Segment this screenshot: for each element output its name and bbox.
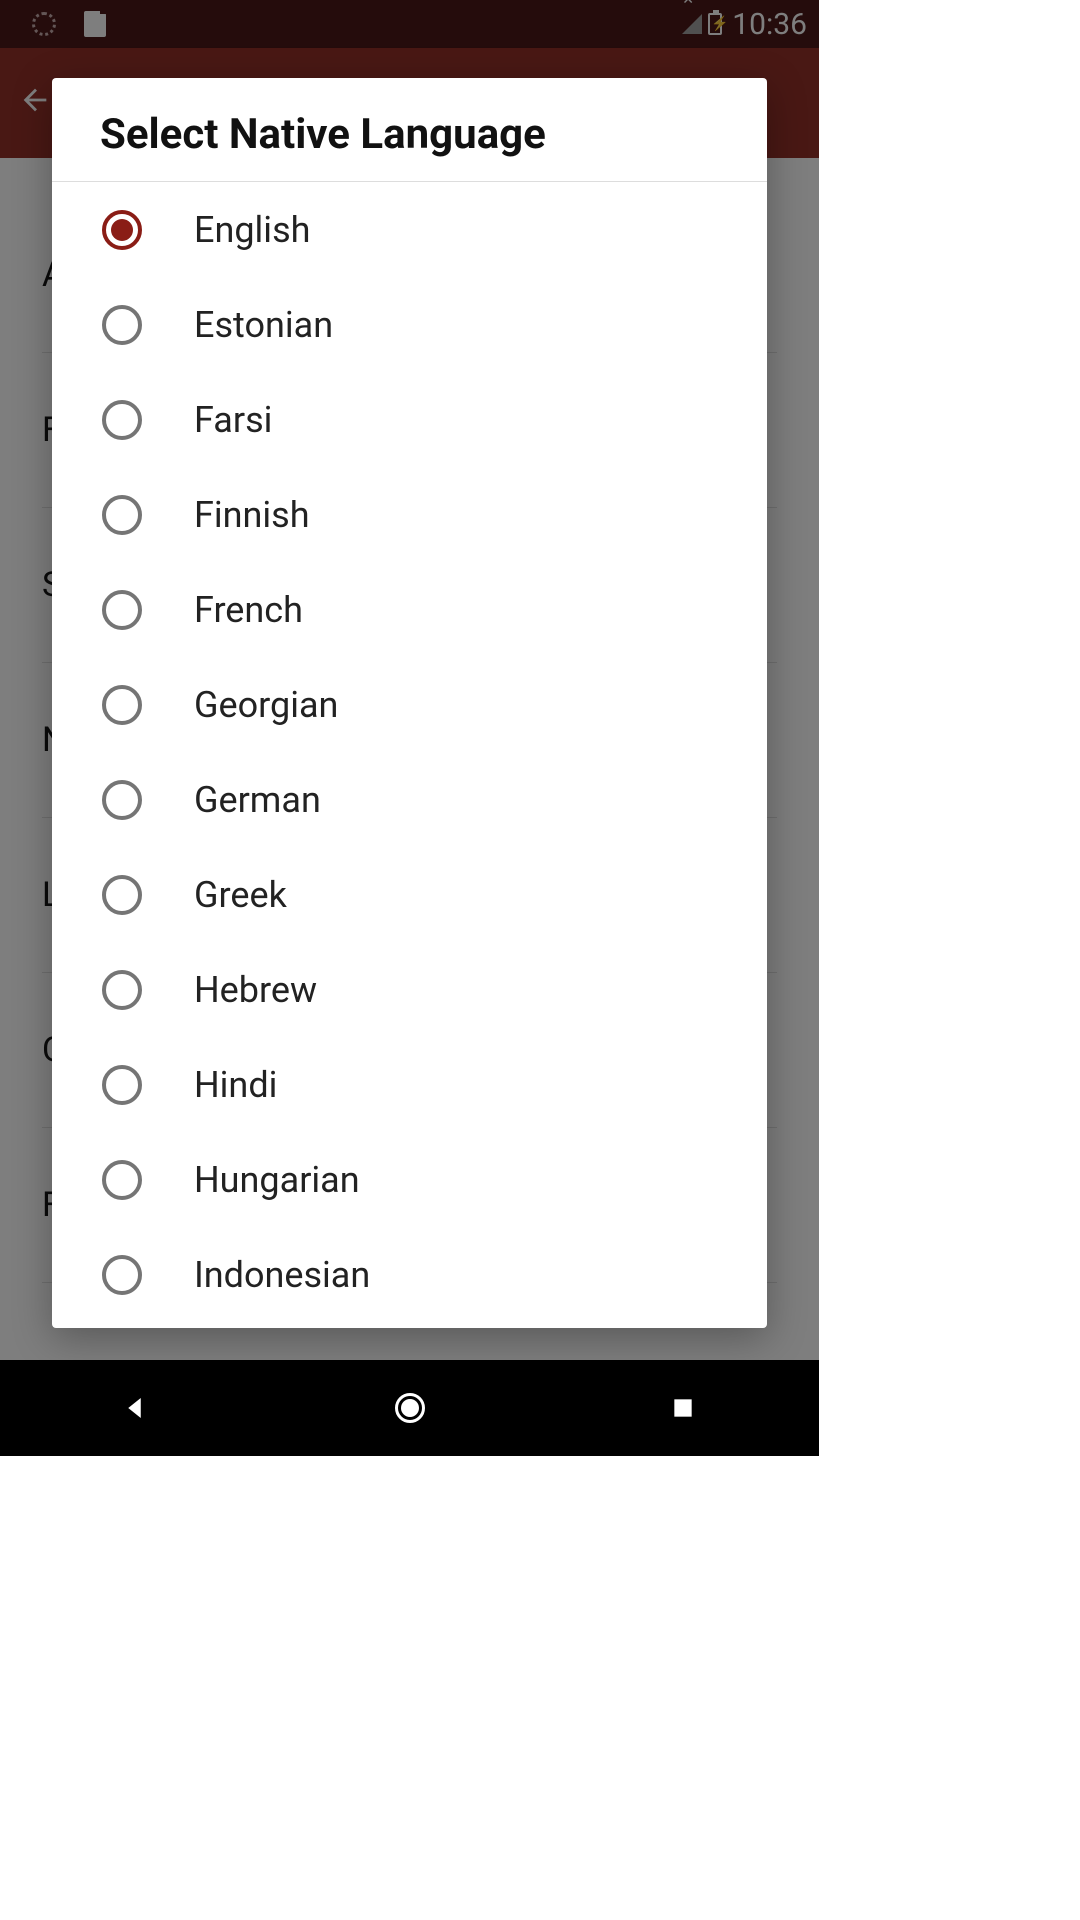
nav-back-button[interactable] [115,1386,159,1430]
language-option[interactable]: Hungarian [52,1132,767,1227]
language-option[interactable]: German [52,752,767,847]
language-option-label: German [194,779,321,821]
language-options-list[interactable]: English Estonian Farsi Finnish French Georgia… [52,182,767,1328]
language-option[interactable]: Georgian [52,657,767,752]
language-option[interactable]: Indonesian [52,1227,767,1322]
dialog-title: Select Native Language [52,78,767,181]
language-option[interactable]: Hebrew [52,942,767,1037]
radio-icon[interactable] [102,210,142,250]
language-option-label: Finnish [194,494,310,536]
language-option-label: Hungarian [194,1159,360,1201]
language-option-label: Farsi [194,399,272,441]
language-option-label: Hindi [194,1064,277,1106]
language-option-label: Greek [194,874,287,916]
radio-icon[interactable] [102,875,142,915]
language-option[interactable]: Estonian [52,277,767,372]
radio-icon[interactable] [102,590,142,630]
radio-icon[interactable] [102,400,142,440]
language-option-label: Hebrew [194,969,317,1011]
language-option-label: French [194,589,303,631]
language-option[interactable]: Hindi [52,1037,767,1132]
language-option-label: Georgian [194,684,338,726]
radio-icon[interactable] [102,1065,142,1105]
language-option-label: Estonian [194,304,333,346]
radio-icon[interactable] [102,1160,142,1200]
radio-icon[interactable] [102,685,142,725]
radio-icon[interactable] [102,305,142,345]
language-option-label: Indonesian [194,1254,370,1296]
system-nav-bar [0,1360,819,1456]
radio-icon[interactable] [102,970,142,1010]
language-option[interactable]: French [52,562,767,657]
nav-recent-button[interactable] [661,1386,705,1430]
radio-icon[interactable] [102,495,142,535]
language-option[interactable]: Greek [52,847,767,942]
select-language-dialog: Select Native Language English Estonian Fa… [52,78,767,1328]
language-option[interactable]: Farsi [52,372,767,467]
language-option[interactable]: Finnish [52,467,767,562]
language-option[interactable]: English [52,182,767,277]
nav-home-button[interactable] [388,1386,432,1430]
radio-icon[interactable] [102,780,142,820]
language-option-label: English [194,209,310,251]
radio-icon[interactable] [102,1255,142,1295]
